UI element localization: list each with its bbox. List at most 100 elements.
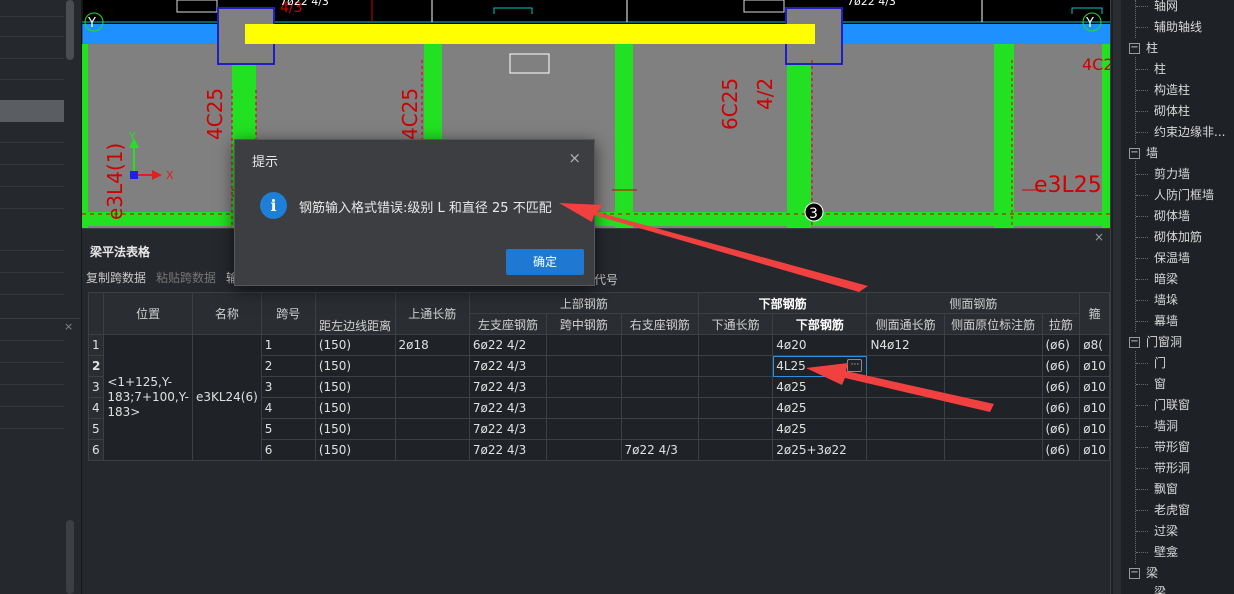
cell-mid-span[interactable] <box>546 397 622 419</box>
cell-span[interactable]: 3 <box>260 376 316 398</box>
cell-dist[interactable]: (150) <box>314 376 396 398</box>
tree-item[interactable]: 剪力墙 <box>1154 165 1190 182</box>
cell-right-support[interactable] <box>620 418 699 440</box>
cell-side-orig[interactable] <box>943 334 1043 356</box>
tree-item[interactable]: 构造柱 <box>1154 81 1190 98</box>
cell-mid-span[interactable] <box>546 439 622 461</box>
cell-stirrup[interactable]: ø10 <box>1079 355 1110 377</box>
tree-item[interactable]: 幕墙 <box>1154 312 1178 329</box>
cell-right-support[interactable]: 7ø22 4/3 <box>620 439 699 461</box>
tree-item[interactable]: 墙洞 <box>1154 417 1178 434</box>
cell-dist[interactable]: (150) <box>314 397 396 419</box>
cell-side-orig[interactable] <box>943 376 1043 398</box>
cell-dist[interactable]: (150) <box>314 334 396 356</box>
cell-bottom-rebar[interactable]: 4ø20 <box>772 334 868 356</box>
row-number[interactable]: 1 <box>87 334 105 356</box>
cell-stirrup[interactable]: ø10 <box>1079 397 1110 419</box>
cell-tie[interactable]: (ø6) <box>1041 376 1081 398</box>
collapse-icon[interactable]: − <box>1129 43 1140 54</box>
code-button[interactable]: 代号 <box>594 271 618 288</box>
cell-span[interactable]: 1 <box>260 334 316 356</box>
cell-right-support[interactable] <box>620 397 699 419</box>
cell-left-support[interactable]: 7ø22 4/3 <box>468 418 548 440</box>
tree-item[interactable]: 老虎窗 <box>1154 501 1190 518</box>
cell-right-support[interactable] <box>620 355 699 377</box>
cell-right-support[interactable] <box>620 376 699 398</box>
cell-mid-span[interactable] <box>546 334 622 356</box>
tree-item[interactable]: 门 <box>1154 354 1166 371</box>
cell-span[interactable]: 6 <box>260 439 316 461</box>
cell-name[interactable]: e3KL24(6) <box>191 334 262 461</box>
tree-group-column[interactable]: − 柱 <box>1129 39 1159 56</box>
cell-side-orig[interactable] <box>943 397 1043 419</box>
tree-item[interactable]: 暗梁 <box>1154 270 1178 287</box>
cell-side-through[interactable] <box>866 439 945 461</box>
cell-top-through[interactable] <box>394 418 470 440</box>
cell-top-through[interactable] <box>394 376 470 398</box>
cell-right-support[interactable] <box>620 334 699 356</box>
ok-button[interactable]: 确定 <box>506 249 584 275</box>
cell-left-support[interactable]: 7ø22 4/3 <box>468 397 548 419</box>
cell-bottom-rebar[interactable]: 4ø25 <box>772 418 868 440</box>
collapse-icon[interactable]: − <box>1129 148 1140 159</box>
tree-item[interactable]: 砌体墙 <box>1154 207 1190 224</box>
tree-item[interactable]: 保温墙 <box>1154 249 1190 266</box>
cell-mid-span[interactable] <box>546 418 622 440</box>
cell-bottom-through[interactable] <box>697 397 774 419</box>
cell-tie[interactable]: (ø6) <box>1041 418 1081 440</box>
tree-item[interactable]: 砌体加筋 <box>1154 228 1202 245</box>
cell-span[interactable]: 4 <box>260 397 316 419</box>
cell-left-support[interactable]: 7ø22 4/3 <box>468 439 548 461</box>
row-number[interactable]: 5 <box>87 418 105 440</box>
cell-side-through[interactable] <box>866 376 945 398</box>
cell-stirrup[interactable]: ø10 <box>1079 418 1110 440</box>
cell-side-through[interactable] <box>866 397 945 419</box>
cell-bottom-through[interactable] <box>697 334 774 356</box>
tree-item[interactable]: 约束边缘非... <box>1154 123 1225 140</box>
selected-row[interactable] <box>0 100 64 122</box>
cell-mid-span[interactable] <box>546 355 622 377</box>
tree-item[interactable]: 门联窗 <box>1154 396 1190 413</box>
cell-top-through[interactable] <box>394 397 470 419</box>
row-number[interactable]: 2 <box>87 355 105 377</box>
cell-stirrup[interactable]: ø10 <box>1079 376 1110 398</box>
cell-bottom-rebar-editing[interactable]: 4L25 ··· <box>772 355 868 377</box>
tree-item[interactable]: 过梁 <box>1154 522 1178 539</box>
paste-span-button[interactable]: 粘贴跨数据 <box>156 269 216 289</box>
tree-group-openings[interactable]: − 门窗洞 <box>1129 333 1183 350</box>
tree-item[interactable]: 带形洞 <box>1154 459 1190 476</box>
cell-top-through[interactable]: 2ø18 <box>394 334 470 356</box>
cell-span[interactable]: 2 <box>260 355 316 377</box>
tree-item[interactable]: 墙垛 <box>1154 291 1178 308</box>
cell-bottom-rebar[interactable]: 2ø25+3ø22 <box>772 439 868 461</box>
cell-top-through[interactable] <box>394 355 470 377</box>
cell-tie[interactable]: (ø6) <box>1041 334 1081 356</box>
cell-position[interactable]: <1+125,Y-183;7+100,Y-183> <box>103 334 193 461</box>
cell-bottom-through[interactable] <box>697 376 774 398</box>
copy-span-button[interactable]: 复制跨数据 <box>86 269 146 289</box>
collapse-icon[interactable]: − <box>1129 337 1140 348</box>
cell-left-support[interactable]: 6ø22 4/2 <box>468 334 548 356</box>
cell-tie[interactable]: (ø6) <box>1041 397 1081 419</box>
collapse-icon[interactable]: − <box>1129 568 1140 579</box>
tree-item[interactable]: 带形窗 <box>1154 438 1190 455</box>
cell-left-support[interactable]: 7ø22 4/3 <box>468 355 548 377</box>
tree-item[interactable]: 壁龛 <box>1154 543 1178 560</box>
cell-span[interactable]: 5 <box>260 418 316 440</box>
tree-item[interactable]: 柱 <box>1154 60 1166 77</box>
cell-top-through[interactable] <box>394 439 470 461</box>
close-icon[interactable]: × <box>64 320 73 333</box>
cell-bottom-rebar[interactable]: 4ø25 <box>772 397 868 419</box>
close-icon[interactable]: × <box>568 149 581 167</box>
row-number[interactable]: 4 <box>87 397 105 419</box>
cell-tie[interactable]: (ø6) <box>1041 439 1081 461</box>
tree-item[interactable]: 梁 <box>1154 583 1166 594</box>
cell-stirrup[interactable]: ø10 <box>1079 439 1110 461</box>
close-icon[interactable]: × <box>1094 230 1104 244</box>
tree-item-axis-grid[interactable]: 轴网 <box>1154 0 1178 14</box>
tree-group-wall[interactable]: − 墙 <box>1129 144 1159 161</box>
cell-side-through[interactable]: N4ø12 <box>866 334 945 356</box>
cell-dist[interactable]: (150) <box>314 418 396 440</box>
cell-side-through[interactable] <box>866 418 945 440</box>
tree-scrollbar[interactable] <box>1113 0 1121 594</box>
